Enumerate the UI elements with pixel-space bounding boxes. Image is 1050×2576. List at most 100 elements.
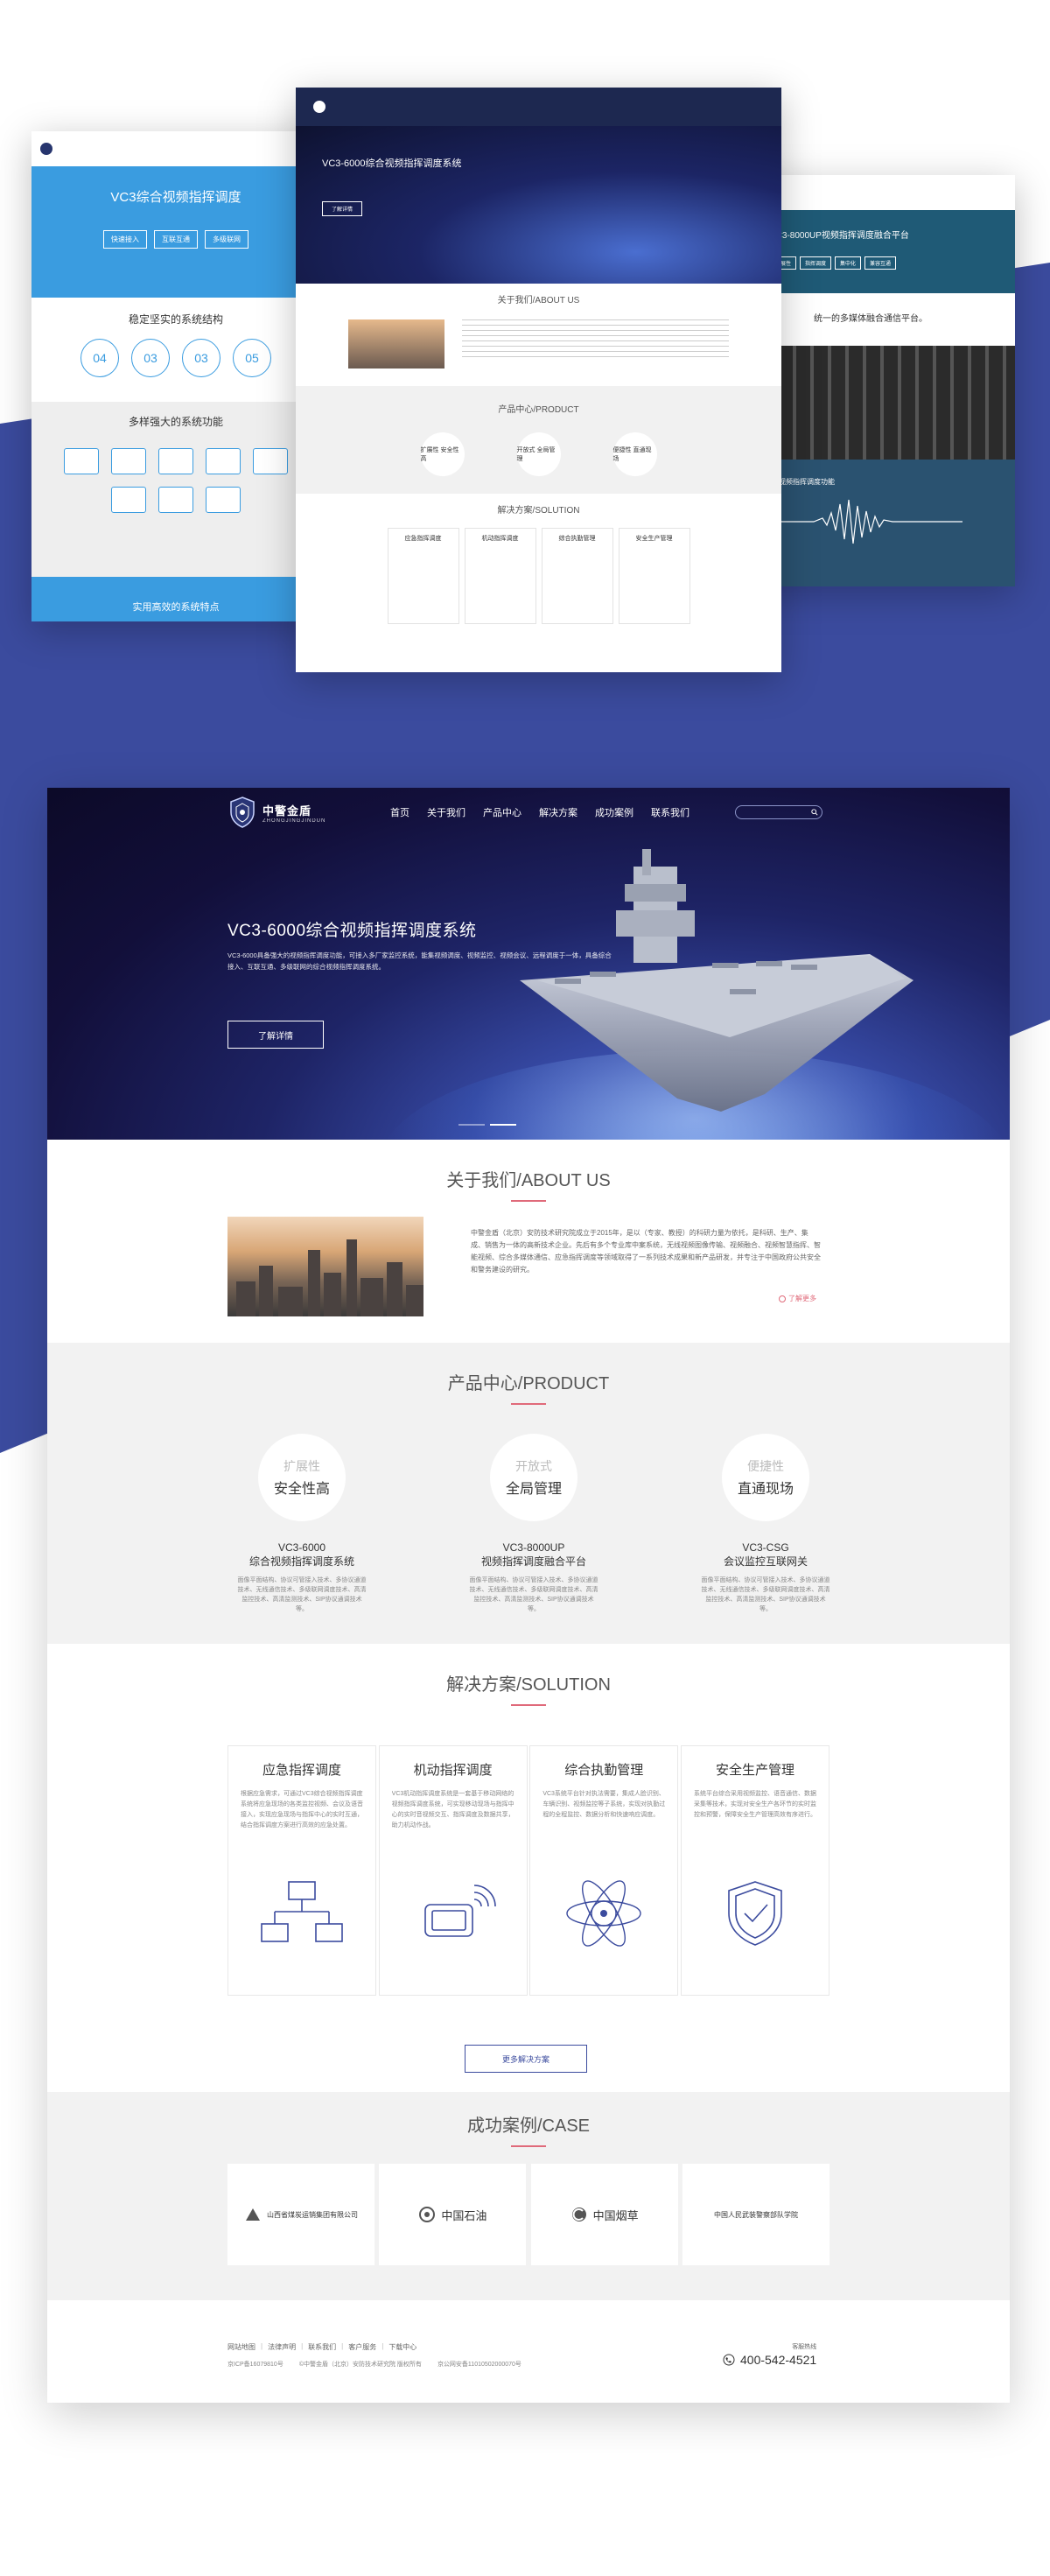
footer-link[interactable]: 客户服务 <box>348 2342 376 2352</box>
mobile-signal-icon <box>424 1885 496 1937</box>
solution-card[interactable]: 安全生产管理 系统平台综合采用视频监控、语音通信、数据采集等技术，实现对安全生产… <box>680 1745 830 1996</box>
police-record: 京公网安备11010502000070号 <box>437 2362 522 2368</box>
carousel-dot-active[interactable] <box>490 1124 516 1126</box>
nav-item-about[interactable]: 关于我们 <box>427 805 466 819</box>
solution-section: 解决方案/SOLUTION 应急指挥调度 根据应急需求，可通过VC3综合视频指挥… <box>47 1644 1010 2092</box>
solution-card[interactable]: 综合执勤管理 VC3系统平台针对执法需要，集成人脸识别、车辆识别、视频监控等子系… <box>529 1745 679 1996</box>
text-placeholder <box>462 319 729 360</box>
solution-card[interactable]: 应急指挥调度 根据应急需求，可通过VC3综合视频指挥调度系统将应急现场的各类监控… <box>228 1745 376 1996</box>
solution-card-desc: VC3系统平台针对执法需要，集成人脸识别、车辆识别、视频监控等子系统，实现对执勤… <box>542 1791 666 1818</box>
brand-name: 中警金盾 <box>262 804 312 818</box>
product-section: 产品中心/PRODUCT 扩展性 安全性高 VC3-6000 综合视频指挥调度系统… <box>47 1343 1010 1644</box>
nav-item-home[interactable]: 首页 <box>390 805 410 819</box>
solution-card-title: 综合执勤管理 <box>564 1763 644 1778</box>
mockup-left-circle: 04 <box>80 339 119 377</box>
about-more-label: 了解更多 <box>788 1295 816 1302</box>
product-desc: 面像平面结构、协议可管接入技术、多协议通道技术、无线通信技术、多级联网调度技术、… <box>237 1577 367 1612</box>
footer-copyright: 京ICP备16079810号 ©中警金盾（北京）安防技术研究院 版权所有 京公网… <box>228 2360 522 2369</box>
mockup-center-solution: 综合执勤管理 <box>541 528 613 624</box>
search-input[interactable] <box>741 808 811 817</box>
more-solutions-button[interactable]: 更多解决方案 <box>465 2045 587 2073</box>
carousel-indicators <box>458 1124 516 1126</box>
product-desc: 面像平面结构、协议可管接入技术、多协议通道技术、无线通信技术、多级联网调度技术、… <box>701 1577 830 1612</box>
solution-card[interactable]: 机动指挥调度 VC3机动指挥调度系统是一套基于移动网络的视频指挥调度系统，可实现… <box>378 1745 528 1996</box>
hotline-number[interactable]: 400-542-4521 <box>740 2353 816 2367</box>
nav-item-products[interactable]: 产品中心 <box>483 805 522 819</box>
product-title: 产品中心/PRODUCT <box>447 1374 610 1393</box>
nav-item-cases[interactable]: 成功案例 <box>595 805 634 819</box>
product-card[interactable]: 开放式 全局管理 VC3-8000UP 视频指挥调度融合平台 面像平面结构、协议可… <box>468 1434 599 1614</box>
product-name: 视频指挥调度融合平台 <box>480 1555 586 1568</box>
case-logo-card[interactable]: 山西省煤炭运销集团有限公司 <box>228 2164 374 2265</box>
feature-icon <box>111 487 146 513</box>
mockup-left-button: 多级联网 <box>205 230 248 249</box>
mockup-center-hero-title: VC3-6000综合视频指挥调度系统 <box>322 158 462 169</box>
brand-name-en: ZHONGJINGJINDUN <box>262 818 326 824</box>
product-desc: 面像平面结构、协议可管接入技术、多协议通道技术、无线通信技术、多级联网调度技术、… <box>469 1577 598 1612</box>
aircraft-carrier-image <box>520 849 914 1112</box>
product-circle: 开放式 全局管理 <box>490 1434 578 1521</box>
feature-icon <box>206 487 241 513</box>
product-card[interactable]: 便捷性 直通现场 VC3-CSG 会议监控互联网关 面像平面结构、协议可管接入技术… <box>700 1434 831 1614</box>
product-tag-light: 开放式 <box>515 1459 552 1473</box>
case-logo-card[interactable]: 中国石油 <box>379 2164 527 2265</box>
mockup-center-hero: VC3-6000综合视频指挥调度系统 了解详情 <box>296 126 781 284</box>
mockup-center-product-circle: 扩展性 安全性高 <box>420 432 465 476</box>
footer-link[interactable]: 网站地图 <box>228 2342 256 2352</box>
about-title: 关于我们/ABOUT US <box>446 1171 611 1190</box>
feature-icon <box>158 448 193 474</box>
solution-card-desc: 系统平台综合采用视频监控、语音通信、数据采集等技术，实现对安全生产各环节的实时监… <box>693 1791 816 1818</box>
case-logo-card[interactable]: 中国人民武装警察部队学院 <box>682 2164 830 2265</box>
product-tag-light: 扩展性 <box>284 1459 320 1473</box>
logo-icon <box>40 143 52 155</box>
solution-card-title: 应急指挥调度 <box>262 1763 341 1778</box>
mockup-preview-left: VC3综合视频指挥调度 快速接入 互联互通 多级联网 稳定坚实的系统结构 04 … <box>32 131 320 621</box>
title-underline <box>511 2145 546 2147</box>
footer-link[interactable]: 法律声明 <box>268 2342 296 2352</box>
footer-link[interactable]: 联系我们 <box>308 2342 336 2352</box>
mockup-right-tag: 集中化 <box>835 256 862 270</box>
page-footer: 网站地图 | 法律声明 | 联系我们 | 客户服务 | 下载中心 京ICP备160798… <box>47 2300 1010 2403</box>
nav-item-solutions[interactable]: 解决方案 <box>539 805 578 819</box>
petrochina-logo-icon <box>419 2207 436 2222</box>
brand-logo[interactable]: 中警金盾 ZHONGJINGJINDUN <box>228 795 326 830</box>
mockup-center-solution: 机动指挥调度 <box>464 528 536 624</box>
solution-card-title: 机动指挥调度 <box>413 1763 493 1778</box>
product-circle: 便捷性 直通现场 <box>722 1434 809 1521</box>
learn-more-button[interactable]: 了解详情 <box>228 1021 324 1049</box>
mockup-preview-center: VC3-6000综合视频指挥调度系统 了解详情 关于我们/ABOUT US 产品… <box>296 88 781 672</box>
solution-card-desc: 根据应急需求，可通过VC3综合视频指挥调度系统将应急现场的各类监控视频、会议及语… <box>241 1791 363 1828</box>
case-logo-card[interactable]: 中国烟草 <box>530 2164 678 2265</box>
mockup-right-tag: 兼容互通 <box>864 256 897 270</box>
about-section: 关于我们/ABOUT US 中警金盾（北京）安防技术研究院成立于2015年，是以… <box>47 1140 1010 1343</box>
carousel-dot[interactable] <box>458 1124 485 1126</box>
mockup-right-wave-title: 视频指挥调度功能 <box>779 478 835 486</box>
cases-section: 成功案例/CASE 山西省煤炭运销集团有限公司 中国石油 中国烟草 中国人民武装… <box>47 2092 1010 2300</box>
mockup-center-about <box>296 314 781 374</box>
about-more-link[interactable]: 了解更多 <box>779 1294 816 1303</box>
coal-logo-icon <box>246 2208 260 2221</box>
product-circle: 扩展性 安全性高 <box>258 1434 346 1521</box>
product-model: VC3-CSG <box>742 1541 789 1554</box>
title-underline <box>511 1704 546 1706</box>
search-icon[interactable] <box>811 809 818 816</box>
nav-item-contact[interactable]: 联系我们 <box>651 805 690 819</box>
tobacco-logo-icon <box>571 2207 586 2222</box>
shield-icon <box>728 1881 782 1946</box>
product-model: VC3-6000 <box>277 1541 326 1554</box>
main-nav: 首页 关于我们 产品中心 解决方案 成功案例 联系我们 <box>390 805 690 819</box>
icp-number: 京ICP备16079810号 <box>228 2362 284 2368</box>
case-name: 中国人民武装警察部队学院 <box>713 2210 798 2219</box>
product-card[interactable]: 扩展性 安全性高 VC3-6000 综合视频指挥调度系统 面像平面结构、协议可管接… <box>236 1434 368 1614</box>
search-box[interactable] <box>735 805 822 819</box>
mockup-center-nav <box>296 88 781 126</box>
mockup-center-product-title: 产品中心/PRODUCT <box>498 405 579 415</box>
hotline-label: 客服热线 <box>792 2344 817 2350</box>
footer-link[interactable]: 下载中心 <box>388 2342 416 2352</box>
hero-section: 中警金盾 ZHONGJINGJINDUN 首页 关于我们 产品中心 解决方案 成… <box>47 788 1010 1140</box>
mockup-left-button: 互联互通 <box>154 230 198 249</box>
atom-icon <box>566 1880 642 1947</box>
footer-links: 网站地图 | 法律声明 | 联系我们 | 客户服务 | 下载中心 <box>228 2342 417 2352</box>
product-tag-light: 便捷性 <box>747 1459 784 1473</box>
logo-icon <box>313 101 326 113</box>
